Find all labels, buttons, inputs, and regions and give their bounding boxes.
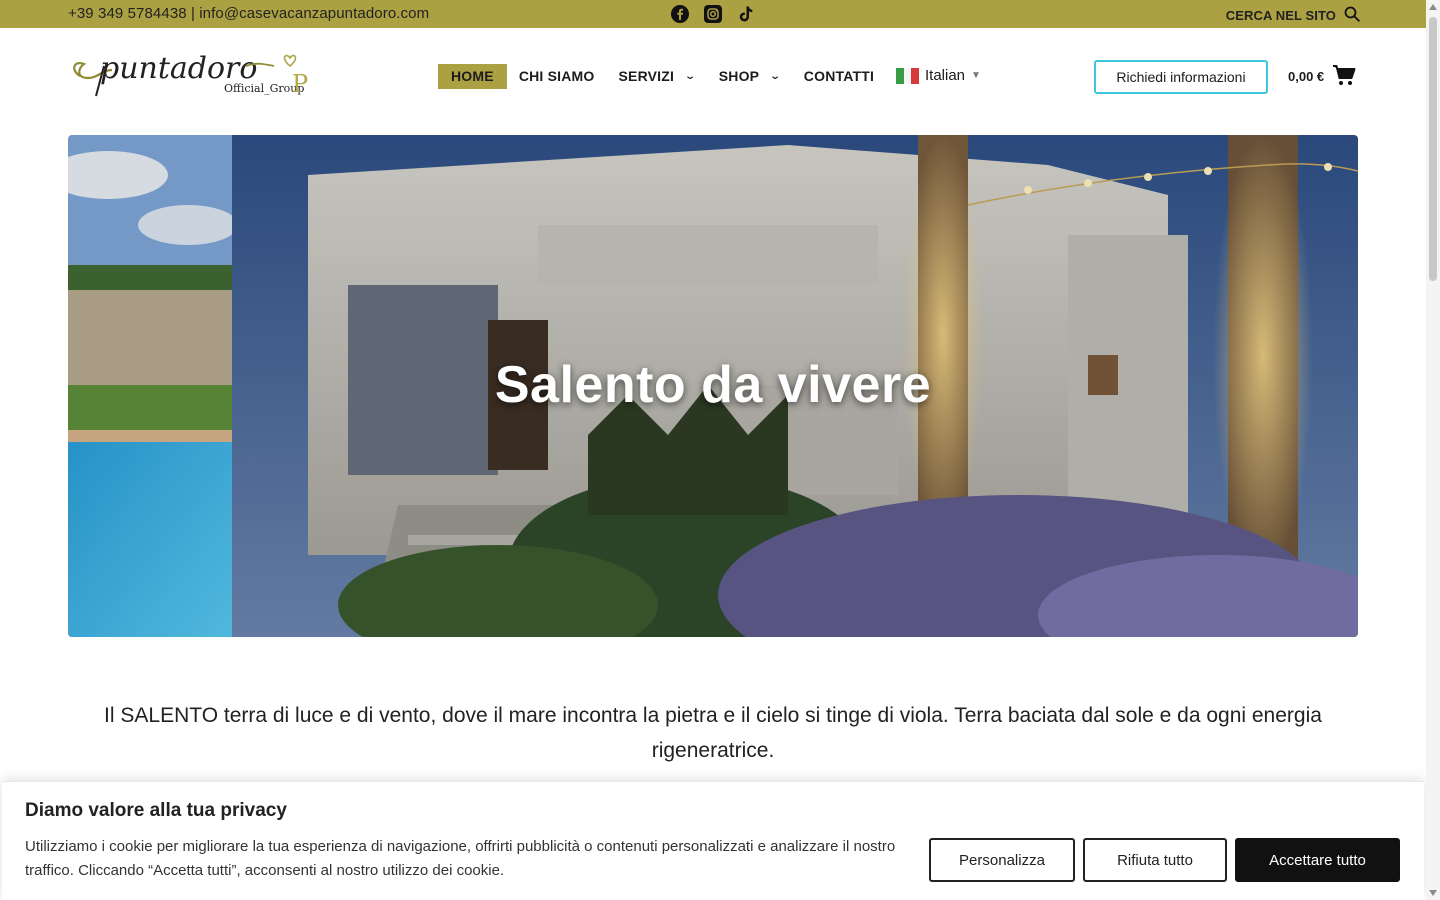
- instagram-icon[interactable]: [703, 4, 723, 24]
- search-label: CERCA NEL SITO: [1225, 8, 1336, 23]
- accept-cookies-button[interactable]: Accettare tutto: [1235, 838, 1400, 882]
- caret-down-icon: ▼: [971, 70, 981, 81]
- cookie-text: Utilizziamo i cookie per migliorare la t…: [25, 838, 896, 879]
- nav-home[interactable]: HOME: [438, 64, 507, 89]
- tiktok-icon[interactable]: [736, 4, 756, 24]
- chevron-down-icon: ⌄: [684, 71, 697, 82]
- nav-contatti[interactable]: CONTATTI: [792, 64, 886, 89]
- scroll-down-icon[interactable]: [1429, 890, 1437, 896]
- nav-chi-siamo[interactable]: CHI SIAMO: [507, 64, 607, 89]
- nav-shop-label: SHOP: [718, 68, 760, 84]
- intro-text: Il SALENTO terra di luce e di vento, dov…: [104, 704, 1322, 762]
- contact-info[interactable]: +39 349 5784438 | info@casevacanzapuntad…: [68, 5, 429, 22]
- cookie-title: Diamo valore alla tua privacy: [25, 800, 287, 821]
- cart-icon: [1332, 64, 1356, 89]
- customize-cookies-button[interactable]: Personalizza: [929, 838, 1075, 882]
- site-header: puntadoro Official_Group P HOME CHI SIAM…: [0, 28, 1426, 124]
- main-nav: HOME CHI SIAMO SERVIZI ⌄ SHOP ⌄ CONTATTI: [438, 64, 886, 89]
- search-icon[interactable]: [1344, 6, 1360, 25]
- hero-banner: Salento da vivere: [68, 135, 1358, 637]
- scrollbar-thumb[interactable]: [1429, 17, 1437, 281]
- scroll-up-icon[interactable]: [1429, 4, 1437, 10]
- language-label: Italian: [925, 67, 966, 84]
- nav-chi-siamo-label: CHI SIAMO: [518, 68, 595, 84]
- site-search[interactable]: CERCA NEL SITO: [1226, 6, 1360, 25]
- svg-text:P: P: [292, 70, 308, 98]
- site-logo[interactable]: puntadoro Official_Group P: [68, 48, 322, 104]
- request-info-button[interactable]: Richiedi informazioni: [1094, 60, 1268, 94]
- nav-servizi-label: SERVIZI: [618, 68, 675, 84]
- hero-title: Salento da vivere: [494, 356, 932, 414]
- top-bar: +39 349 5784438 | info@casevacanzapuntad…: [0, 0, 1426, 28]
- nav-servizi[interactable]: SERVIZI ⌄: [607, 64, 707, 89]
- cookie-banner: Diamo valore alla tua privacy Utilizziam…: [2, 781, 1424, 900]
- cart-button[interactable]: 0,00 €: [1288, 64, 1356, 89]
- chevron-down-icon: ⌄: [769, 71, 782, 82]
- reject-cookies-button[interactable]: Rifiuta tutto: [1083, 838, 1227, 882]
- nav-contatti-label: CONTATTI: [803, 68, 875, 84]
- cart-total: 0,00 €: [1288, 69, 1325, 84]
- facebook-icon[interactable]: [670, 4, 690, 24]
- svg-text:puntadoro: puntadoro: [100, 51, 257, 86]
- nav-shop[interactable]: SHOP ⌄: [707, 64, 792, 89]
- page-scrollbar[interactable]: [1426, 0, 1440, 900]
- nav-home-label: HOME: [451, 68, 494, 84]
- social-links: [670, 4, 756, 24]
- language-selector[interactable]: Italian ▼: [896, 67, 981, 84]
- italy-flag-icon: [896, 67, 920, 84]
